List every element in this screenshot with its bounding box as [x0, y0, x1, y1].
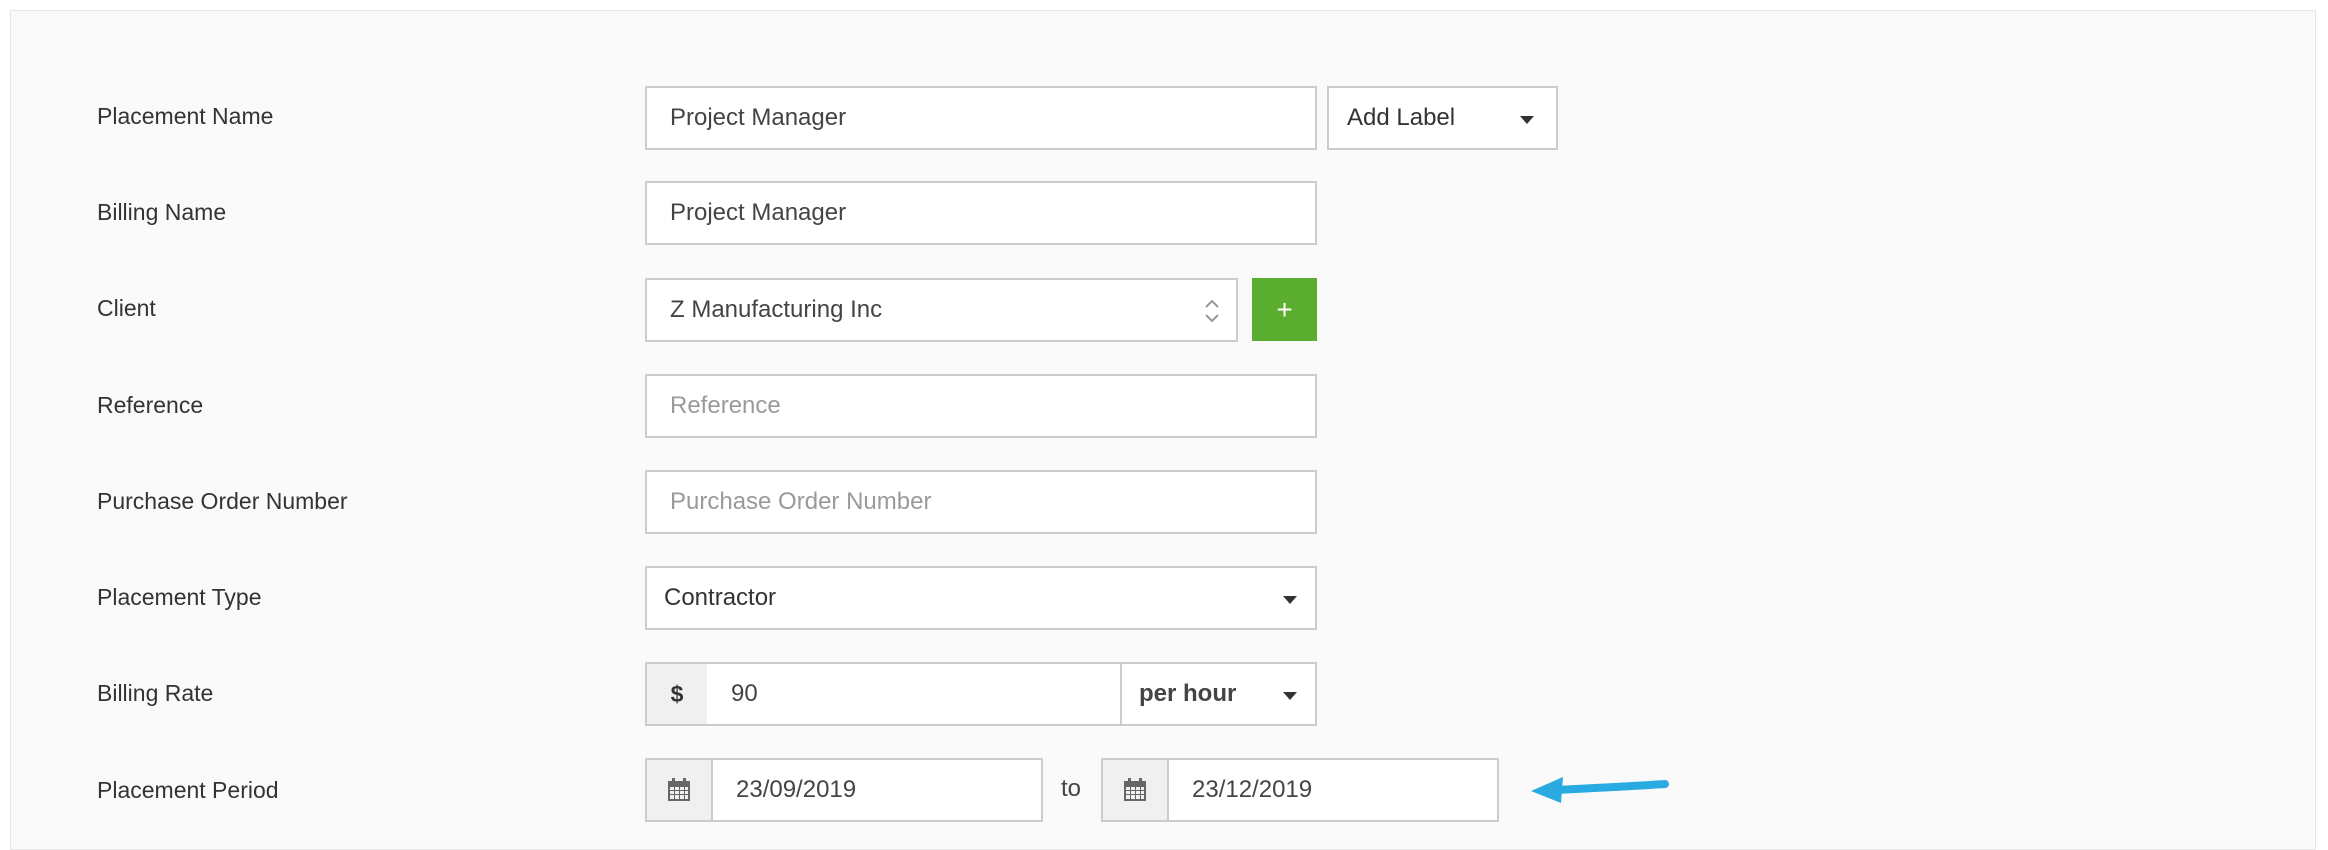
placement-period-label: Placement Period — [97, 777, 279, 803]
client-select[interactable]: Z Manufacturing Inc — [645, 278, 1238, 342]
currency-addon: $ — [645, 662, 709, 726]
annotation-arrow-icon — [1531, 777, 1669, 803]
billing-name-value: Project Manager — [670, 199, 847, 226]
reference-label: Reference — [97, 392, 204, 418]
chevron-down-icon — [1520, 116, 1534, 124]
start-date-calendar-addon[interactable] — [645, 758, 713, 822]
billing-rate-label: Billing Rate — [97, 680, 214, 706]
add-label-dropdown[interactable]: Add Label — [1327, 86, 1558, 150]
start-date-input[interactable]: 23/09/2019 — [711, 758, 1043, 822]
add-label-text: Add Label — [1347, 104, 1456, 131]
rate-unit-select[interactable]: per hour — [1120, 662, 1317, 726]
placement-name-input[interactable]: Project Manager — [645, 86, 1317, 150]
billing-rate-input[interactable]: 90 — [707, 662, 1122, 726]
billing-name-input[interactable]: Project Manager — [645, 181, 1317, 245]
end-date-calendar-addon[interactable] — [1101, 758, 1169, 822]
placement-name-label: Placement Name — [97, 103, 274, 129]
placement-name-value: Project Manager — [670, 104, 847, 131]
purchase-order-label: Purchase Order Number — [97, 488, 348, 514]
up-down-arrows-icon — [1205, 299, 1219, 323]
purchase-order-input[interactable]: Purchase Order Number — [645, 470, 1317, 534]
start-date-value: 23/09/2019 — [736, 776, 857, 803]
chevron-down-icon — [1283, 596, 1297, 604]
billing-name-label: Billing Name — [97, 199, 227, 225]
chevron-down-icon — [1283, 692, 1297, 700]
period-separator: to — [1061, 775, 1082, 802]
placement-type-select[interactable]: Contractor — [645, 566, 1317, 630]
reference-placeholder: Reference — [670, 392, 781, 419]
placement-type-label: Placement Type — [97, 584, 262, 610]
end-date-value: 23/12/2019 — [1192, 776, 1313, 803]
billing-rate-value: 90 — [731, 680, 758, 707]
client-value: Z Manufacturing Inc — [670, 296, 883, 323]
client-label: Client — [97, 295, 156, 321]
calendar-icon — [1124, 778, 1146, 801]
calendar-icon — [668, 778, 690, 801]
add-client-button[interactable]: + — [1252, 278, 1317, 341]
rate-unit-value: per hour — [1139, 680, 1237, 707]
end-date-input[interactable]: 23/12/2019 — [1167, 758, 1499, 822]
reference-input[interactable]: Reference — [645, 374, 1317, 438]
purchase-order-placeholder: Purchase Order Number — [670, 488, 932, 515]
placement-type-value: Contractor — [664, 584, 777, 611]
